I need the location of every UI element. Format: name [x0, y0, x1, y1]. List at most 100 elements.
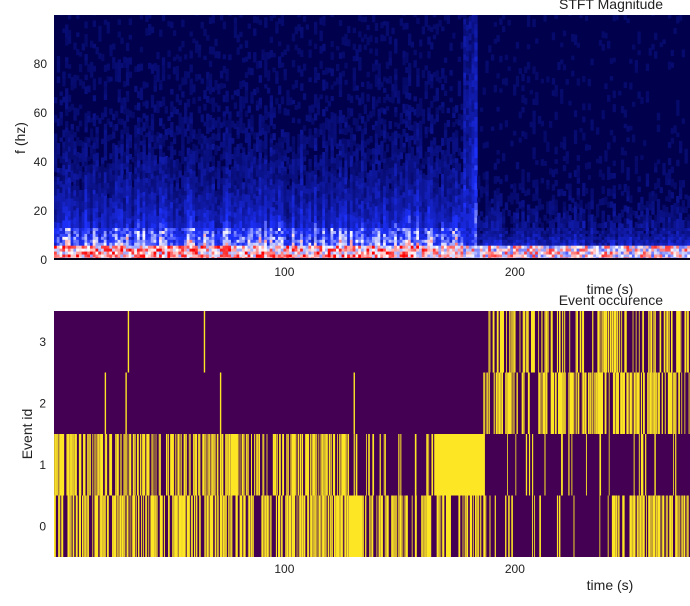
stft-cell [78, 104, 83, 109]
stft-cell [59, 117, 63, 126]
stft-cell [253, 28, 257, 36]
stft-cell [446, 107, 451, 114]
stft-cell [117, 89, 121, 98]
stft-cell [195, 15, 199, 16]
stft-cell [421, 109, 426, 117]
stft-cell [247, 138, 251, 147]
stft-cell [258, 19, 262, 25]
stft-cell [167, 50, 171, 57]
stft-cell [211, 183, 215, 190]
stft-cell [78, 51, 83, 57]
stft-cell [454, 130, 459, 138]
stft-cell [225, 90, 229, 97]
stft-cell [474, 116, 478, 125]
stft-cell [477, 175, 481, 183]
stft-cell [419, 39, 423, 47]
stft-cell [258, 104, 262, 109]
stft-cell [338, 90, 343, 97]
stft-cell [416, 17, 420, 25]
stft-cell [341, 51, 345, 59]
stft-cell [192, 164, 196, 171]
stft-cell [474, 74, 478, 81]
stft-cell [250, 98, 254, 104]
stft-cell [474, 84, 478, 90]
stft-cell [280, 96, 285, 105]
stft-cell [322, 135, 326, 142]
stft-cell [336, 63, 340, 72]
stft-cell [56, 60, 61, 66]
stft-cell [363, 44, 368, 50]
stft-cell [56, 56, 61, 61]
stft-cell [84, 149, 88, 157]
stft-cell [153, 155, 157, 161]
stft-cell [360, 81, 365, 87]
stft-cell [67, 64, 72, 69]
stft-cell [228, 128, 232, 134]
stft-cell [490, 54, 495, 61]
stft-cell [286, 138, 290, 146]
stft-cell [383, 151, 387, 159]
stft-cell [419, 130, 423, 138]
stft-cell [330, 52, 334, 60]
stft-cell [291, 117, 296, 123]
stft-cell [474, 146, 478, 155]
stft-cell [399, 112, 404, 118]
stft-cell [208, 148, 213, 157]
stft-cell [432, 137, 437, 145]
stft-cell [106, 21, 110, 27]
stft-cell [344, 62, 348, 69]
stft-cell [394, 79, 398, 85]
stft-cell [264, 155, 268, 160]
stft-cell [217, 132, 221, 141]
stft-cell [59, 137, 63, 142]
stft-cell [59, 111, 63, 119]
stft-cell [316, 108, 321, 116]
stft-cell [142, 139, 146, 145]
stft-cell [73, 114, 77, 121]
stft-cell [250, 126, 254, 132]
stft-cell [181, 137, 185, 145]
stft-cell [352, 134, 357, 141]
stft-cell [358, 56, 362, 65]
stft-cell [479, 126, 484, 132]
stft-cell [302, 164, 307, 171]
stft-cell [172, 30, 177, 36]
stft-cell [358, 31, 362, 38]
stft-cell [435, 177, 439, 184]
stft-cell [388, 75, 392, 84]
stft-cell [181, 149, 185, 157]
stft-cell [313, 144, 318, 151]
stft-cell [377, 96, 381, 104]
stft-cell [496, 106, 500, 112]
stft-cell [416, 68, 420, 75]
stft-cell [139, 87, 144, 95]
stft-cell [253, 52, 257, 57]
stft-cell [203, 103, 207, 111]
stft-cell [419, 137, 423, 146]
stft-cell [109, 108, 113, 115]
stft-cell [76, 179, 80, 187]
stft-cell [449, 42, 453, 51]
stft-cell [167, 74, 171, 80]
stft-cell [217, 88, 221, 95]
stft-cell [211, 161, 215, 167]
stft-cell [432, 15, 437, 18]
stft-cell [125, 78, 130, 86]
stft-cell [197, 49, 202, 58]
stft-cell [300, 26, 304, 34]
stft-cell [103, 155, 108, 161]
stft-cell [280, 62, 285, 68]
stft-cell [363, 164, 368, 172]
stft-cell [161, 70, 166, 75]
stft-cell [407, 62, 412, 71]
stft-cell [493, 163, 498, 170]
stft-cell [103, 85, 108, 91]
stft-cell [300, 83, 304, 91]
stft-cell [410, 146, 415, 153]
stft-cell [413, 60, 417, 68]
stft-cell [474, 67, 478, 76]
stft-cell [156, 64, 160, 70]
stft-cell [474, 142, 478, 148]
stft-cell [485, 171, 489, 180]
stft-cell [435, 70, 439, 77]
